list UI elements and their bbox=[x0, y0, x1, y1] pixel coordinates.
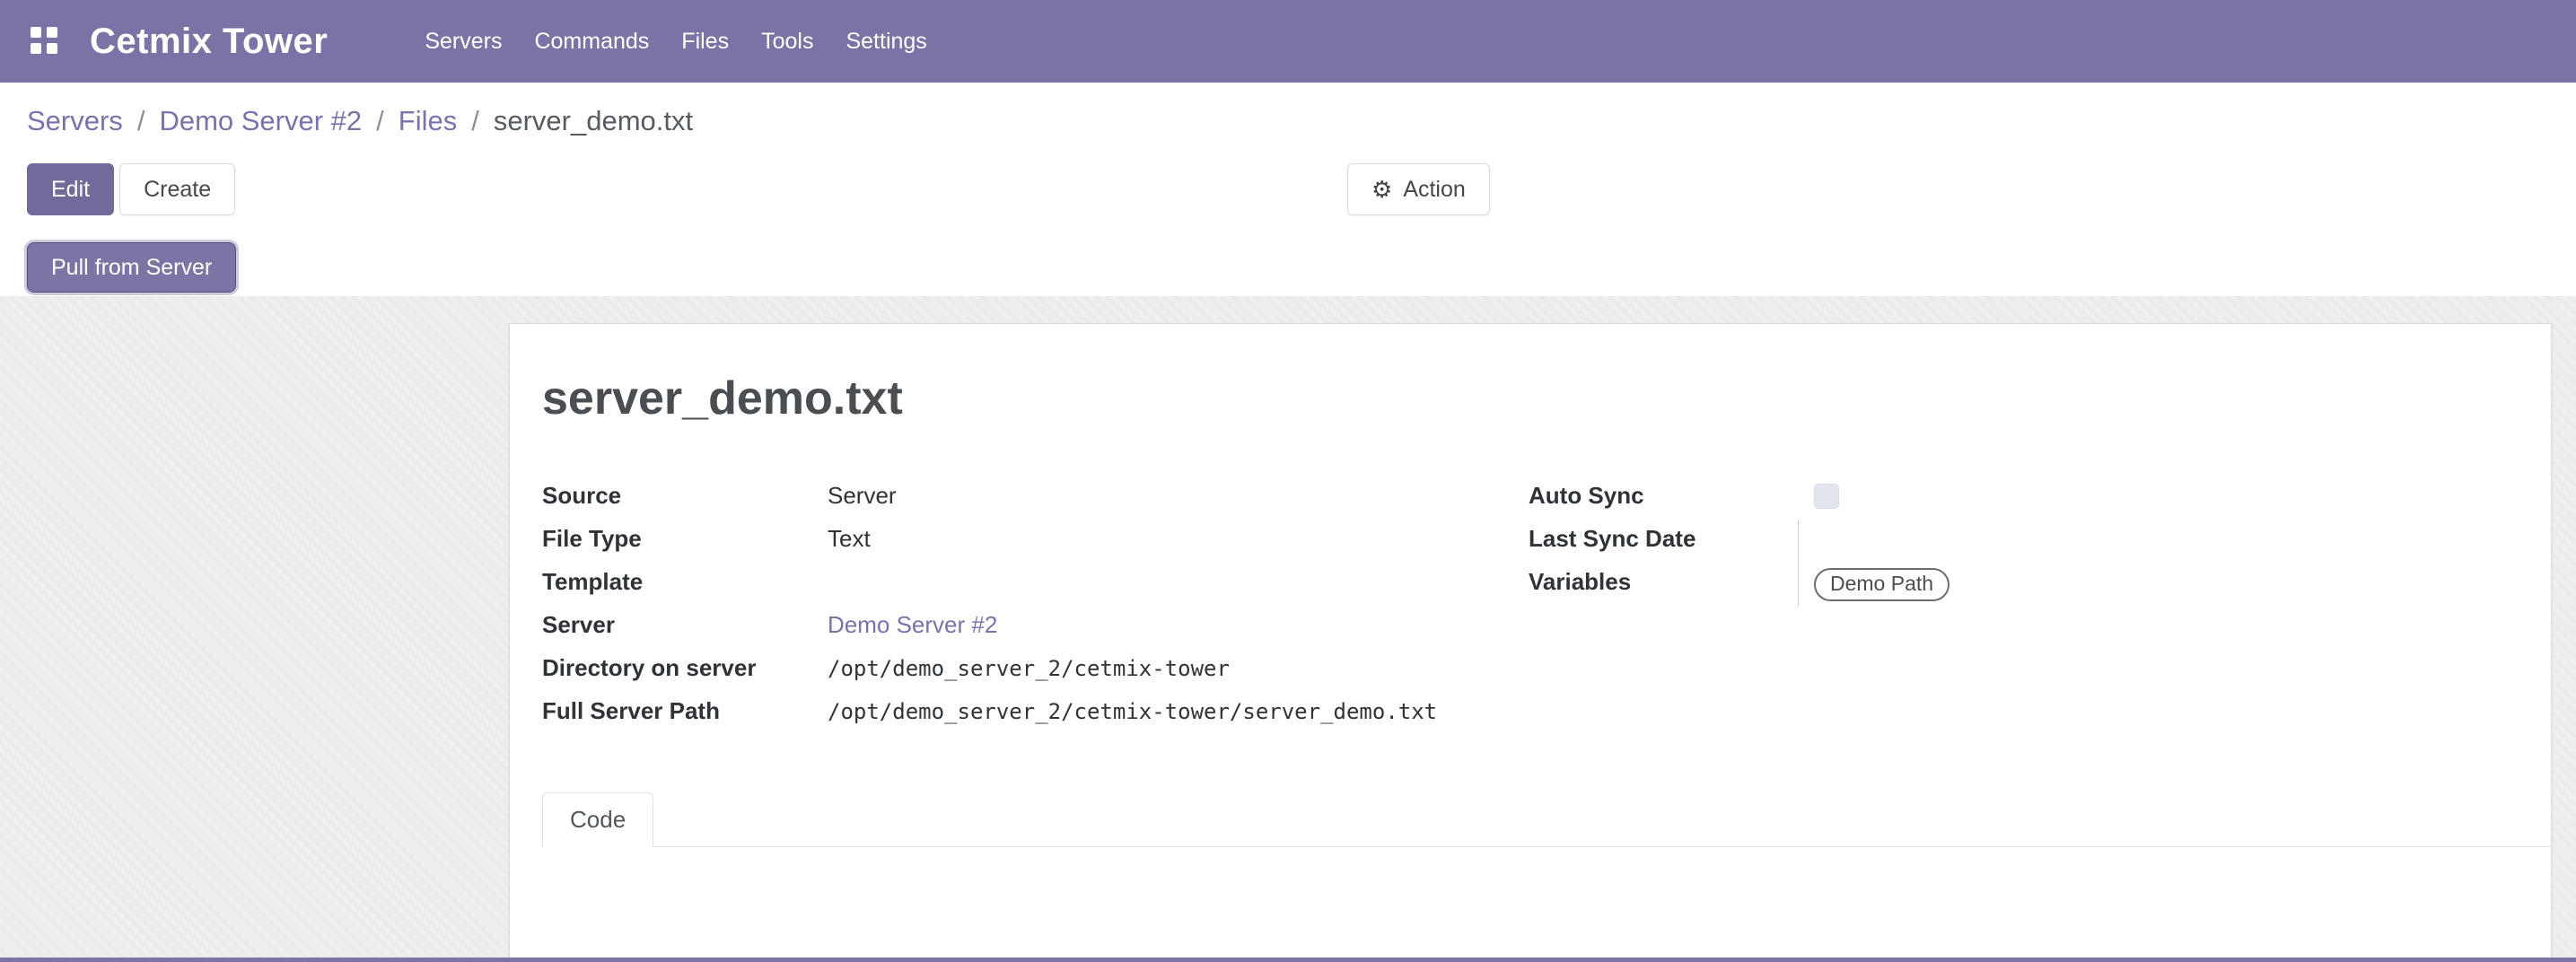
brand-title: Cetmix Tower bbox=[90, 22, 328, 62]
field-full-path-label: Full Server Path bbox=[542, 692, 828, 725]
pull-row: Pull from Server bbox=[27, 242, 2549, 293]
breadcrumb: Servers / Demo Server #2 / Files / serve… bbox=[27, 104, 2549, 156]
action-button[interactable]: ⚙ Action bbox=[1347, 163, 1490, 215]
menu-item-tools[interactable]: Tools bbox=[745, 16, 829, 67]
field-source-label: Source bbox=[542, 477, 828, 510]
field-server-label: Server bbox=[542, 606, 828, 639]
field-row-template: Template bbox=[542, 563, 1529, 606]
pull-from-server-button[interactable]: Pull from Server bbox=[27, 242, 236, 293]
field-row-variables: Variables Demo Path bbox=[1529, 563, 2515, 606]
field-groups: Source Server File Type Text Template Se… bbox=[542, 477, 2515, 735]
field-file-type-value: Text bbox=[828, 520, 871, 553]
field-group-left: Source Server File Type Text Template Se… bbox=[542, 477, 1529, 735]
variable-tag-demo-path: Demo Path bbox=[1814, 568, 1950, 601]
top-navbar: Cetmix Tower Servers Commands Files Tool… bbox=[0, 0, 2576, 83]
menu-item-servers[interactable]: Servers bbox=[408, 16, 518, 67]
field-row-full-path: Full Server Path /opt/demo_server_2/cetm… bbox=[542, 692, 1529, 735]
field-directory-value: /opt/demo_server_2/cetmix-tower bbox=[828, 649, 1230, 681]
tab-bar: Code bbox=[542, 792, 2551, 847]
field-group-right: Auto Sync Last Sync Date Variables Demo … bbox=[1529, 477, 2515, 735]
breadcrumb-link-files[interactable]: Files bbox=[399, 104, 457, 138]
field-last-sync-label: Last Sync Date bbox=[1529, 520, 1814, 553]
breadcrumb-separator: / bbox=[137, 104, 145, 138]
control-panel: Servers / Demo Server #2 / Files / serve… bbox=[0, 83, 2576, 296]
main-menu: Servers Commands Files Tools Settings bbox=[408, 16, 942, 67]
button-row: Edit Create ⚙ Action bbox=[27, 163, 2549, 215]
edit-button[interactable]: Edit bbox=[27, 163, 114, 215]
field-server-value-link[interactable]: Demo Server #2 bbox=[828, 606, 997, 639]
notebook: Code bbox=[542, 792, 2515, 847]
breadcrumb-current: server_demo.txt bbox=[494, 104, 693, 138]
field-row-directory: Directory on server /opt/demo_server_2/c… bbox=[542, 649, 1529, 692]
menu-item-commands[interactable]: Commands bbox=[518, 16, 665, 67]
breadcrumb-separator: / bbox=[376, 104, 384, 138]
menu-item-files[interactable]: Files bbox=[665, 16, 745, 67]
field-directory-label: Directory on server bbox=[542, 649, 828, 682]
auto-sync-checkbox[interactable] bbox=[1814, 484, 1839, 509]
content-area: server_demo.txt Source Server File Type … bbox=[0, 296, 2576, 962]
field-auto-sync-label: Auto Sync bbox=[1529, 477, 1814, 510]
field-full-path-value: /opt/demo_server_2/cetmix-tower/server_d… bbox=[828, 692, 1437, 724]
apps-grid-icon[interactable] bbox=[31, 27, 59, 56]
create-button[interactable]: Create bbox=[119, 163, 235, 215]
field-row-file-type: File Type Text bbox=[542, 520, 1529, 563]
field-source-value: Server bbox=[828, 477, 897, 510]
field-variables-label: Variables bbox=[1529, 563, 1814, 596]
app-window: Cetmix Tower Servers Commands Files Tool… bbox=[0, 0, 2576, 962]
breadcrumb-link-demo-server-2[interactable]: Demo Server #2 bbox=[159, 104, 362, 138]
breadcrumb-link-servers[interactable]: Servers bbox=[27, 104, 123, 138]
menu-item-settings[interactable]: Settings bbox=[829, 16, 942, 67]
field-last-sync-value bbox=[1798, 520, 1814, 563]
edit-create-group: Edit Create bbox=[27, 163, 235, 215]
breadcrumb-separator: / bbox=[471, 104, 479, 138]
field-row-last-sync: Last Sync Date bbox=[1529, 520, 2515, 563]
tab-code[interactable]: Code bbox=[542, 792, 653, 847]
gear-icon: ⚙ bbox=[1371, 178, 1392, 201]
form-sheet: server_demo.txt Source Server File Type … bbox=[509, 323, 2552, 962]
page-title: server_demo.txt bbox=[542, 371, 2515, 426]
field-row-auto-sync: Auto Sync bbox=[1529, 477, 2515, 520]
field-template-label: Template bbox=[542, 563, 828, 596]
field-row-source: Source Server bbox=[542, 477, 1529, 520]
field-row-server: Server Demo Server #2 bbox=[542, 606, 1529, 649]
bottom-accent-bar bbox=[0, 958, 2576, 962]
field-file-type-label: File Type bbox=[542, 520, 828, 553]
action-button-label: Action bbox=[1403, 177, 1465, 203]
